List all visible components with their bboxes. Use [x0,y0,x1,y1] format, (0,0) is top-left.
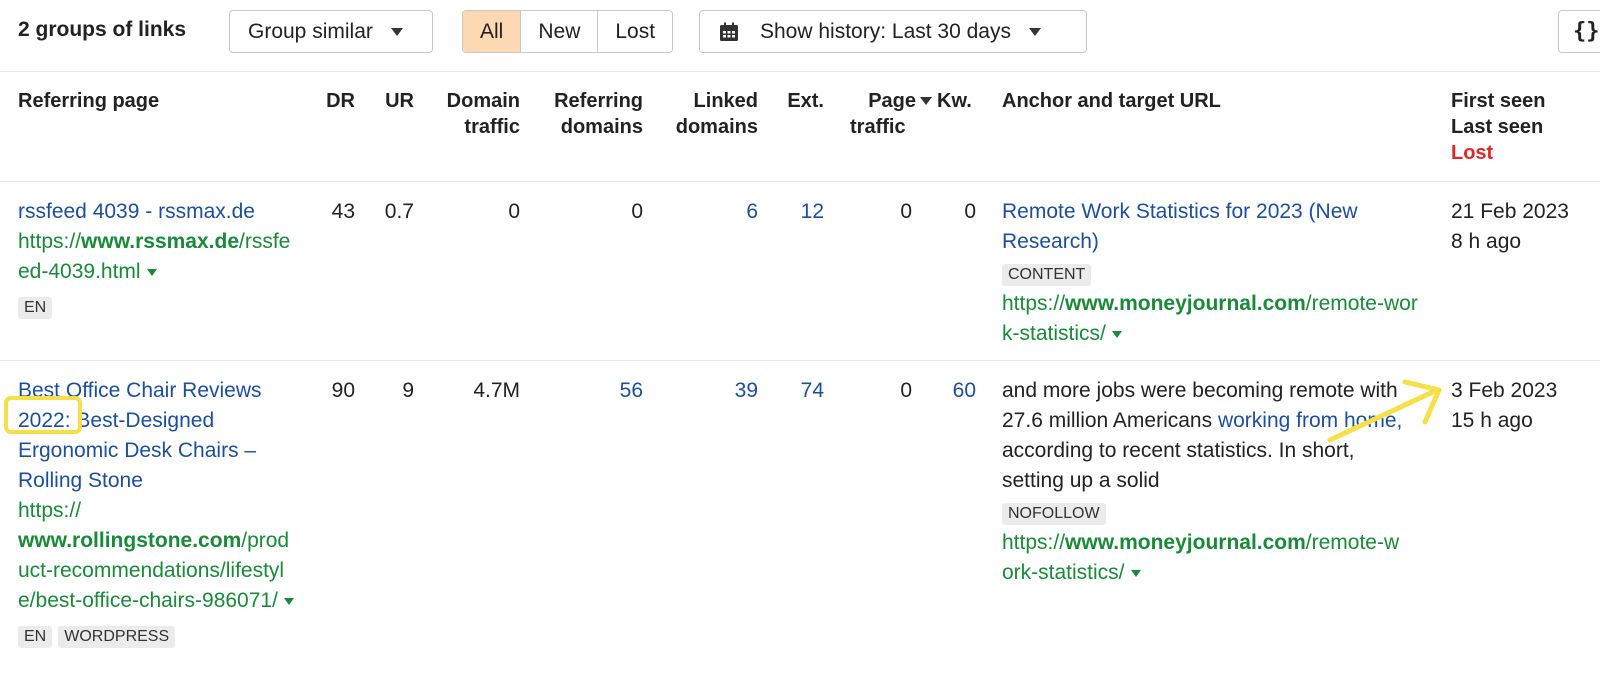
target-url[interactable]: https://www.moneyjournal.com/remote-work… [1002,289,1422,349]
referring-page-title[interactable]: Best Office Chair Reviews 2022: Best-Des… [18,376,298,496]
referring-page-url[interactable]: https://www.rollingstone.com/product-rec… [18,496,298,616]
anchor-title[interactable]: Remote Work Statistics for 2023 (New Res… [1002,197,1422,257]
col-referring-domains-line2: domains [560,116,643,138]
anchor-cell: and more jobs were becoming remote with … [1002,376,1407,588]
col-domain-traffic-line1: Domain [446,90,520,112]
toolbar: 2 groups of links Group similar All New … [0,0,1600,72]
caret-down-icon[interactable] [1130,569,1141,577]
caret-down-icon[interactable] [283,597,294,605]
col-dates[interactable]: First seen Last seen Lost [1451,88,1545,166]
history-label: Show history: Last 30 days [760,19,1011,43]
referring-page-title[interactable]: rssfeed 4039 - rssmax.de [18,197,298,227]
calendar-icon [720,22,738,41]
dates-cell: 3 Feb 2023 15 h ago [1451,376,1557,436]
col-page-traffic-line2: traffic [850,116,906,138]
anchor-context: and more jobs were becoming remote with … [1002,376,1407,496]
col-linked-domains-line2: domains [675,116,758,138]
col-referring-domains[interactable]: Referring domains [535,88,643,140]
last-seen-value: 8 h ago [1451,230,1522,253]
col-lost: Lost [1451,142,1494,164]
url-domain: www.rssmax.de [81,230,239,253]
col-last-seen: Last seen [1451,116,1544,138]
group-similar-dropdown[interactable]: Group similar [229,10,433,53]
dr-value: 43 [331,200,355,223]
language-tag: EN [18,297,53,319]
page-traffic-value: 0 [900,200,912,223]
col-kw[interactable]: Kw. [937,88,972,114]
link-type-tag: NOFOLLOW [1002,503,1106,525]
url-domain: www.moneyjournal.com [1065,292,1306,315]
chevron-down-icon [390,27,403,36]
platform-tag: WORDPRESS [58,626,176,648]
col-ur[interactable]: UR [370,88,414,114]
filter-lost[interactable]: Lost [598,11,673,52]
caret-down-icon[interactable] [146,268,157,276]
url-prefix: https:// [1002,292,1066,315]
braces-icon: {} [1573,19,1600,44]
col-anchor[interactable]: Anchor and target URL [1002,88,1221,114]
dates-cell: 21 Feb 2023 8 h ago [1451,197,1569,257]
anchor-cell: Remote Work Statistics for 2023 (New Res… [1002,197,1422,349]
chevron-down-icon [1028,27,1041,36]
url-domain: www.moneyjournal.com [1065,531,1306,554]
referring-domains-value: 0 [631,200,643,223]
col-domain-traffic[interactable]: Domain traffic [425,88,520,140]
domain-traffic-value: 0 [508,200,520,223]
first-seen-value: 3 Feb 2023 [1451,379,1558,402]
linked-domains-value[interactable]: 39 [655,376,758,406]
ur-value: 9 [402,379,414,402]
col-referring-domains-line1: Referring [554,90,643,112]
ur-value: 0.7 [384,200,414,223]
kw-value[interactable]: 60 [920,376,976,406]
col-first-seen: First seen [1451,90,1546,112]
ext-value[interactable]: 74 [770,376,824,406]
link-type-tag: CONTENT [1002,264,1092,286]
col-ext[interactable]: Ext. [770,88,824,114]
referring-page-url[interactable]: https://www.rssmax.de/rssfeed-4039.html [18,227,298,287]
filter-new[interactable]: New [521,11,599,52]
first-seen-value: 21 Feb 2023 [1451,200,1569,223]
url-prefix: https:// [18,499,82,522]
linked-domains-value[interactable]: 6 [655,197,758,227]
anchor-text-after: according to recent statistics. In short… [1002,439,1355,492]
last-seen-value: 15 h ago [1451,409,1533,432]
url-domain: www.rollingstone.com [18,529,242,552]
json-export-button[interactable]: {} [1558,10,1600,53]
link-filter-segmented: All New Lost [462,10,674,53]
sort-desc-icon [920,96,932,105]
filter-all[interactable]: All [463,11,522,52]
dr-value: 90 [331,379,355,402]
url-prefix: https:// [1002,531,1066,554]
group-similar-label: Group similar [248,19,373,43]
col-linked-domains-line1: Linked [693,90,758,112]
page-traffic-value: 0 [900,379,912,402]
col-referring-page[interactable]: Referring page [18,88,159,114]
referring-page-cell: Best Office Chair Reviews 2022: Best-Des… [18,376,298,650]
target-url[interactable]: https://www.moneyjournal.com/remote-work… [1002,528,1407,588]
kw-value: 0 [964,200,976,223]
col-page-traffic-line1: Page [868,90,916,112]
domain-traffic-value: 4.7M [473,379,520,402]
anchor-link[interactable]: working from home, [1218,409,1402,432]
col-page-traffic[interactable]: Page traffic [850,88,940,140]
col-linked-domains[interactable]: Linked domains [655,88,758,140]
col-dr[interactable]: DR [310,88,355,114]
language-tag: EN [18,626,53,648]
show-history-dropdown[interactable]: Show history: Last 30 days [699,10,1087,53]
row-divider [0,181,1600,182]
caret-down-icon[interactable] [1111,330,1122,338]
col-domain-traffic-line2: traffic [464,116,520,138]
referring-page-cell: rssfeed 4039 - rssmax.de https://www.rss… [18,197,298,321]
groups-count-title: 2 groups of links [18,18,187,41]
url-prefix: https:// [18,230,82,253]
row-divider [0,360,1600,361]
referring-domains-value[interactable]: 56 [535,376,643,406]
ext-value[interactable]: 12 [770,197,824,227]
